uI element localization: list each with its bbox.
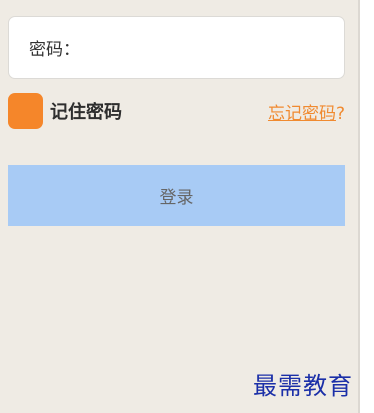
screen-edge-divider: [358, 0, 360, 413]
forgot-password-suffix: ?: [335, 103, 345, 124]
forgot-password-link[interactable]: 忘记密码: [268, 104, 336, 124]
login-screen: 密码： 记住密码 忘记密码? 登录: [0, 0, 358, 413]
forgot-password: 忘记密码?: [268, 99, 345, 124]
password-field[interactable]: 密码：: [8, 16, 345, 79]
password-label: 密码：: [29, 40, 80, 60]
remember-password-checkbox[interactable]: [8, 93, 43, 129]
password-input[interactable]: [80, 17, 344, 78]
login-button[interactable]: 登录: [8, 165, 345, 226]
remember-password-label[interactable]: 记住密码: [50, 98, 122, 124]
watermark-logo-text: 最需教育: [253, 372, 353, 400]
remember-row: 记住密码 忘记密码?: [8, 93, 345, 129]
